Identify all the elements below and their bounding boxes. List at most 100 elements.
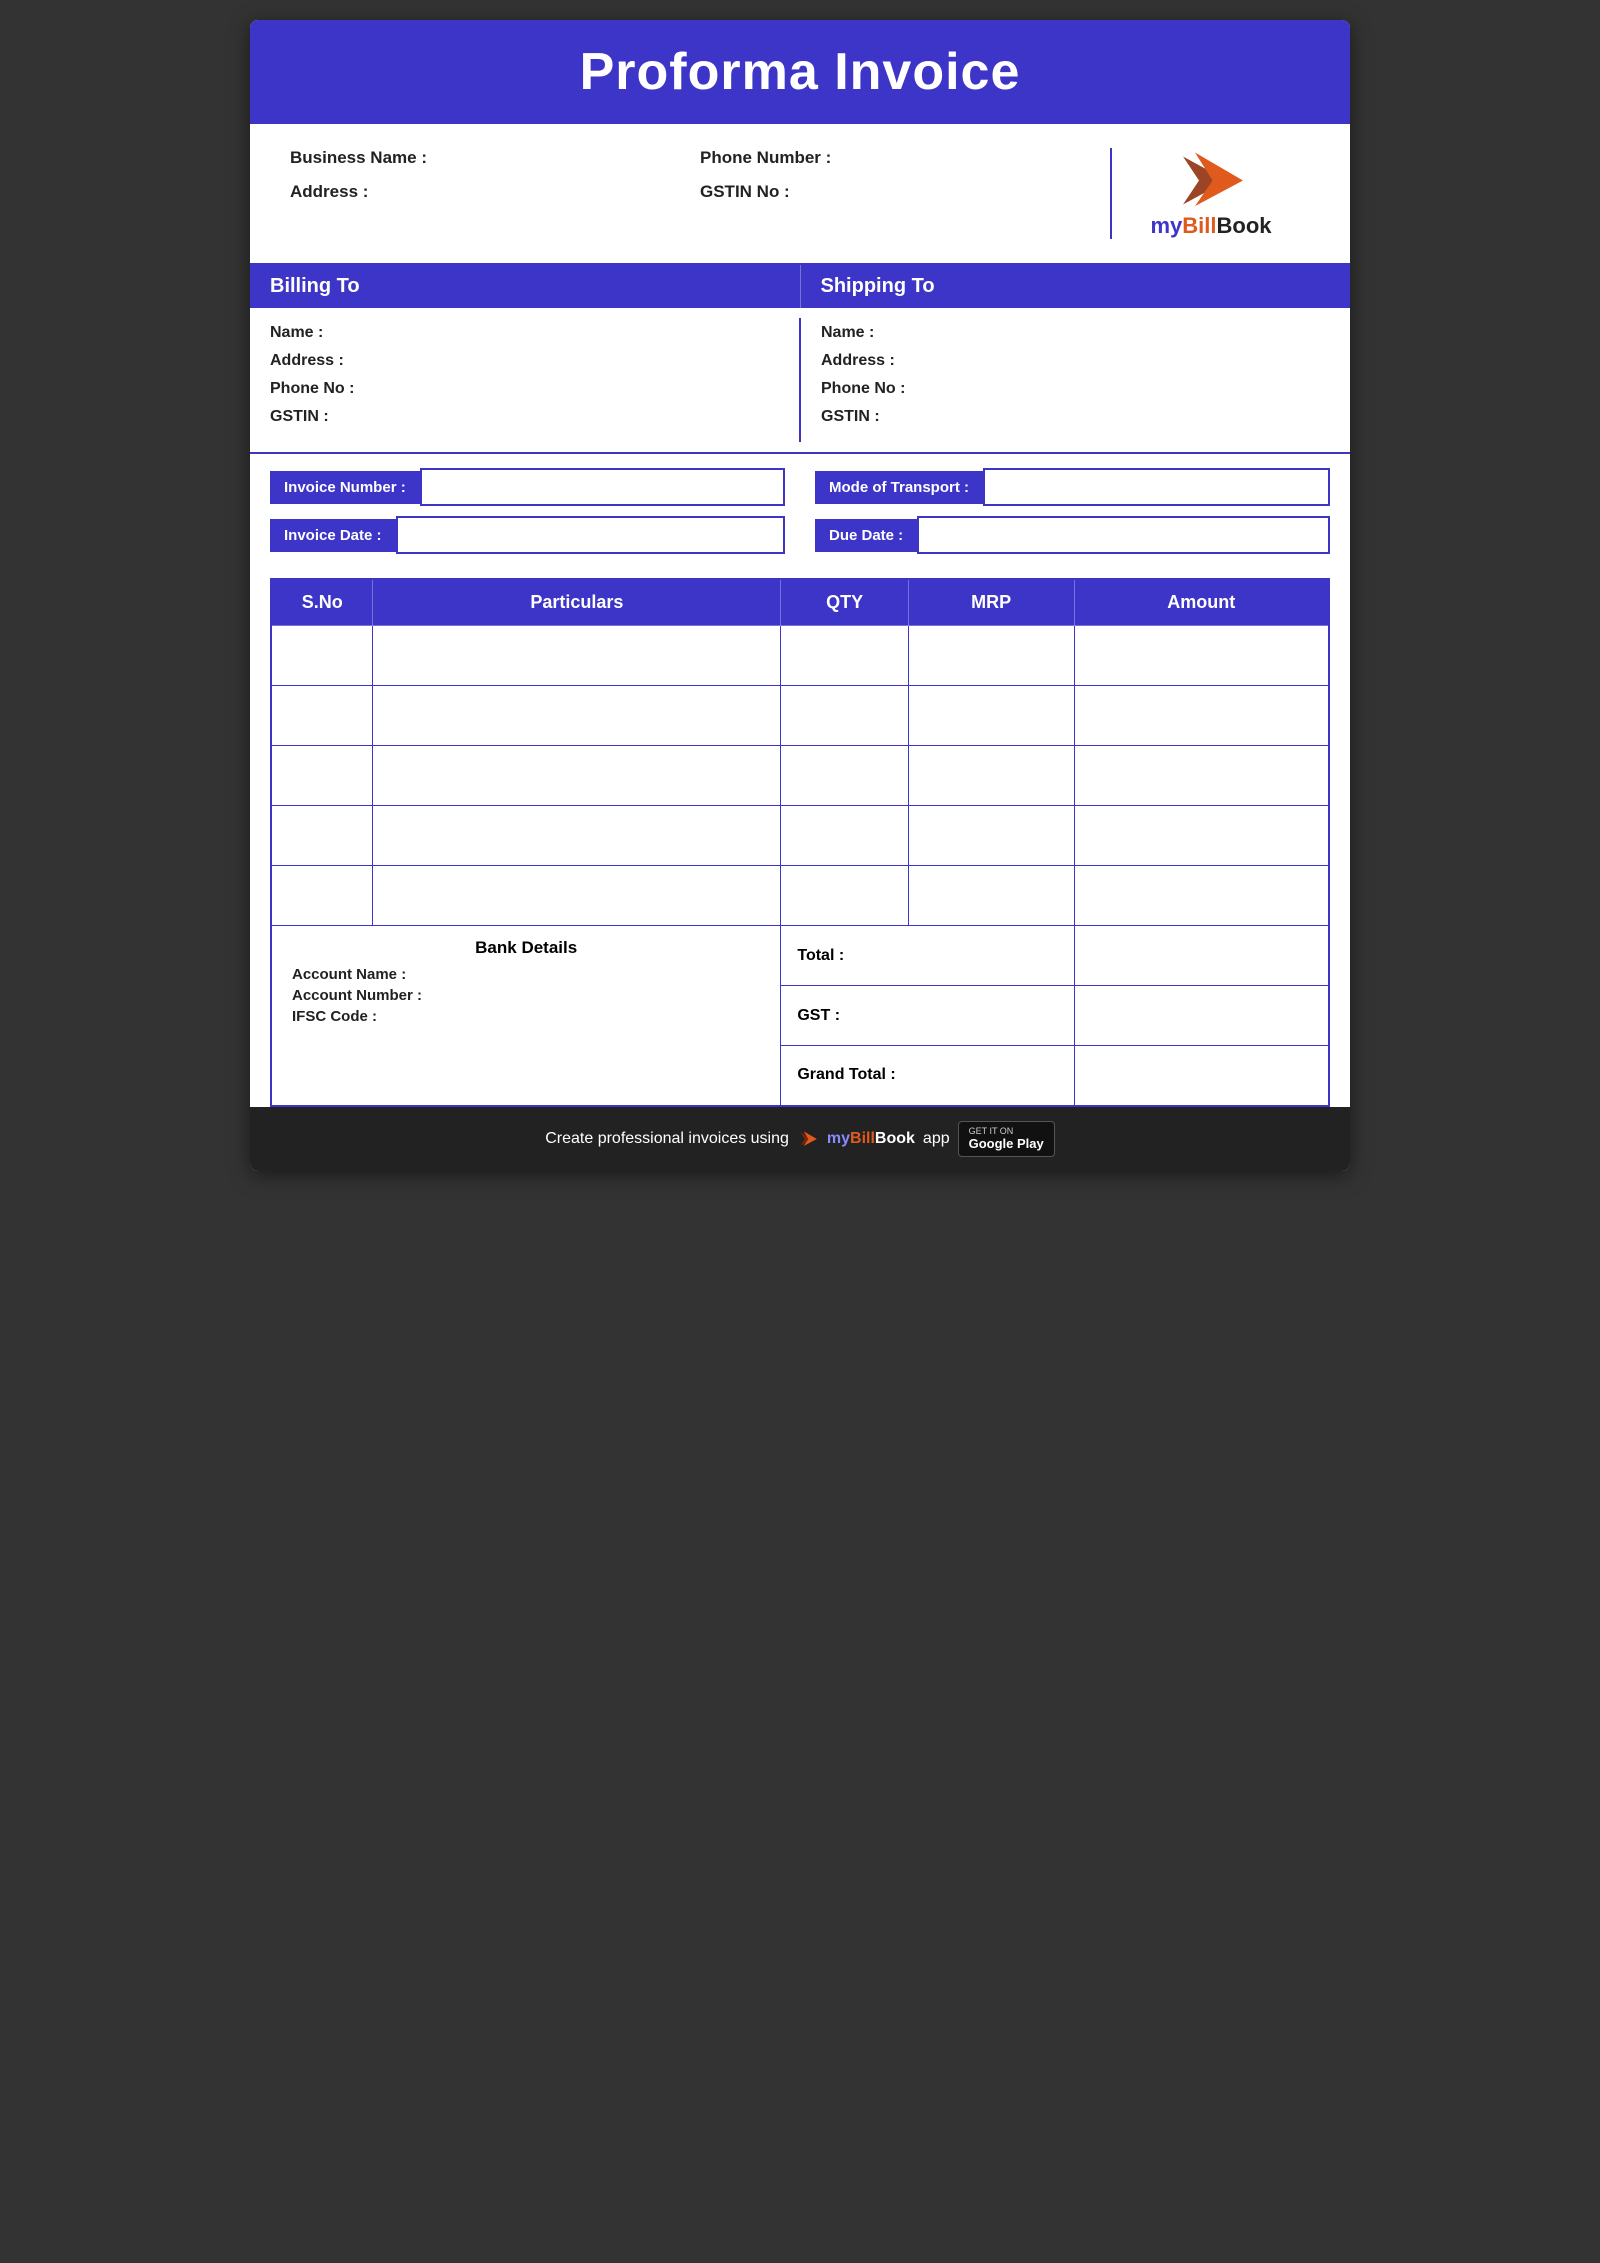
row1-particulars[interactable] xyxy=(373,626,781,686)
billing-address-label: Address : xyxy=(270,352,779,370)
row3-qty[interactable] xyxy=(781,746,908,806)
due-date-label: Due Date : xyxy=(815,519,917,552)
footer-brand-book: Book xyxy=(875,1130,915,1147)
items-table: S.No Particulars QTY MRP Amount xyxy=(270,578,1330,1107)
col-mrp: MRP xyxy=(908,579,1074,626)
billing-name-label: Name : xyxy=(270,324,779,342)
row1-sno[interactable] xyxy=(271,626,373,686)
footer-row: Bank Details Account Name : Account Numb… xyxy=(271,926,1329,986)
row1-amount[interactable] xyxy=(1074,626,1329,686)
footer-brand-my: my xyxy=(827,1130,850,1147)
total-label: Total : xyxy=(797,947,844,964)
brand-my: my xyxy=(1150,213,1182,238)
shipping-gstin-label: GSTIN : xyxy=(821,408,1330,426)
google-play-badge[interactable]: GET IT ON Google Play xyxy=(958,1121,1055,1157)
business-section: Business Name : Address : Phone Number :… xyxy=(250,124,1350,265)
row5-sno[interactable] xyxy=(271,866,373,926)
table-wrapper: S.No Particulars QTY MRP Amount xyxy=(250,578,1350,1107)
billing-gstin-label: GSTIN : xyxy=(270,408,779,426)
invoice-page: Proforma Invoice Business Name : Address… xyxy=(250,20,1350,1171)
brand-logo-section: myBillBook xyxy=(1110,148,1310,239)
page-title: Proforma Invoice xyxy=(260,42,1340,102)
business-left: Business Name : Address : xyxy=(290,148,700,239)
shipping-name-label: Name : xyxy=(821,324,1330,342)
billing-col: Name : Address : Phone No : GSTIN : xyxy=(250,318,801,442)
row2-qty[interactable] xyxy=(781,686,908,746)
invoice-number-label: Invoice Number : xyxy=(270,471,420,504)
invoice-number-input[interactable] xyxy=(420,468,785,506)
shipping-address-label: Address : xyxy=(821,352,1330,370)
invoice-meta-section: Invoice Number : Mode of Transport : Inv… xyxy=(250,454,1350,578)
billing-phone-label: Phone No : xyxy=(270,380,779,398)
business-gstin-label: GSTIN No : xyxy=(700,182,1110,202)
footer-logo-icon xyxy=(797,1130,819,1148)
mode-of-transport-input[interactable] xyxy=(983,468,1330,506)
play-store-name: Google Play xyxy=(969,1136,1044,1152)
row3-amount[interactable] xyxy=(1074,746,1329,806)
billing-to-header: Billing To xyxy=(250,265,801,308)
shipping-phone-label: Phone No : xyxy=(821,380,1330,398)
col-qty: QTY xyxy=(781,579,908,626)
footer-brand-bill: Bill xyxy=(850,1130,875,1147)
due-date-field: Due Date : xyxy=(815,516,1330,554)
grand-total-label: Grand Total : xyxy=(797,1066,895,1083)
total-value[interactable] xyxy=(1074,926,1329,986)
footer-brand: myBillBook xyxy=(827,1130,915,1148)
invoice-date-label: Invoice Date : xyxy=(270,519,396,552)
invoice-date-input[interactable] xyxy=(396,516,785,554)
billing-shipping-header: Billing To Shipping To xyxy=(250,265,1350,308)
row5-mrp[interactable] xyxy=(908,866,1074,926)
row4-particulars[interactable] xyxy=(373,806,781,866)
billing-shipping-body: Name : Address : Phone No : GSTIN : Name… xyxy=(250,308,1350,454)
row4-sno[interactable] xyxy=(271,806,373,866)
mode-of-transport-label: Mode of Transport : xyxy=(815,471,983,504)
row4-mrp[interactable] xyxy=(908,806,1074,866)
row3-mrp[interactable] xyxy=(908,746,1074,806)
row1-qty[interactable] xyxy=(781,626,908,686)
row5-amount[interactable] xyxy=(1074,866,1329,926)
bank-ifsc-label: IFSC Code : xyxy=(292,1008,760,1025)
row3-particulars[interactable] xyxy=(373,746,781,806)
footer-text: Create professional invoices using xyxy=(545,1130,789,1148)
header-banner: Proforma Invoice xyxy=(250,20,1350,124)
bank-account-number-label: Account Number : xyxy=(292,987,760,1004)
brand-book: Book xyxy=(1217,213,1272,238)
mode-of-transport-field: Mode of Transport : xyxy=(815,468,1330,506)
row5-particulars[interactable] xyxy=(373,866,781,926)
gst-value[interactable] xyxy=(1074,986,1329,1046)
row2-amount[interactable] xyxy=(1074,686,1329,746)
table-row xyxy=(271,806,1329,866)
col-particulars: Particulars xyxy=(373,579,781,626)
brand-name: myBillBook xyxy=(1150,213,1271,239)
row5-qty[interactable] xyxy=(781,866,908,926)
due-date-input[interactable] xyxy=(917,516,1330,554)
invoice-date-field: Invoice Date : xyxy=(270,516,785,554)
table-row xyxy=(271,746,1329,806)
shipping-col: Name : Address : Phone No : GSTIN : xyxy=(801,318,1350,442)
row2-mrp[interactable] xyxy=(908,686,1074,746)
meta-row-1: Invoice Number : Mode of Transport : xyxy=(270,468,1330,506)
row3-sno[interactable] xyxy=(271,746,373,806)
table-row xyxy=(271,626,1329,686)
bank-details-title: Bank Details xyxy=(292,938,760,958)
row4-amount[interactable] xyxy=(1074,806,1329,866)
page-footer: Create professional invoices using myBil… xyxy=(250,1107,1350,1171)
meta-row-2: Invoice Date : Due Date : xyxy=(270,516,1330,554)
row2-sno[interactable] xyxy=(271,686,373,746)
business-phone-label: Phone Number : xyxy=(700,148,1110,168)
table-row xyxy=(271,866,1329,926)
business-address-label: Address : xyxy=(290,182,700,202)
bank-account-name-label: Account Name : xyxy=(292,966,760,983)
col-sno: S.No xyxy=(271,579,373,626)
gst-label: GST : xyxy=(797,1007,840,1024)
row1-mrp[interactable] xyxy=(908,626,1074,686)
play-store-get-it: GET IT ON xyxy=(969,1126,1014,1137)
table-row xyxy=(271,686,1329,746)
table-header-row: S.No Particulars QTY MRP Amount xyxy=(271,579,1329,626)
mybillbook-logo-icon xyxy=(1171,148,1251,213)
grand-total-value[interactable] xyxy=(1074,1046,1329,1106)
row4-qty[interactable] xyxy=(781,806,908,866)
row2-particulars[interactable] xyxy=(373,686,781,746)
business-middle: Phone Number : GSTIN No : xyxy=(700,148,1110,239)
footer-app-text: app xyxy=(923,1130,950,1148)
